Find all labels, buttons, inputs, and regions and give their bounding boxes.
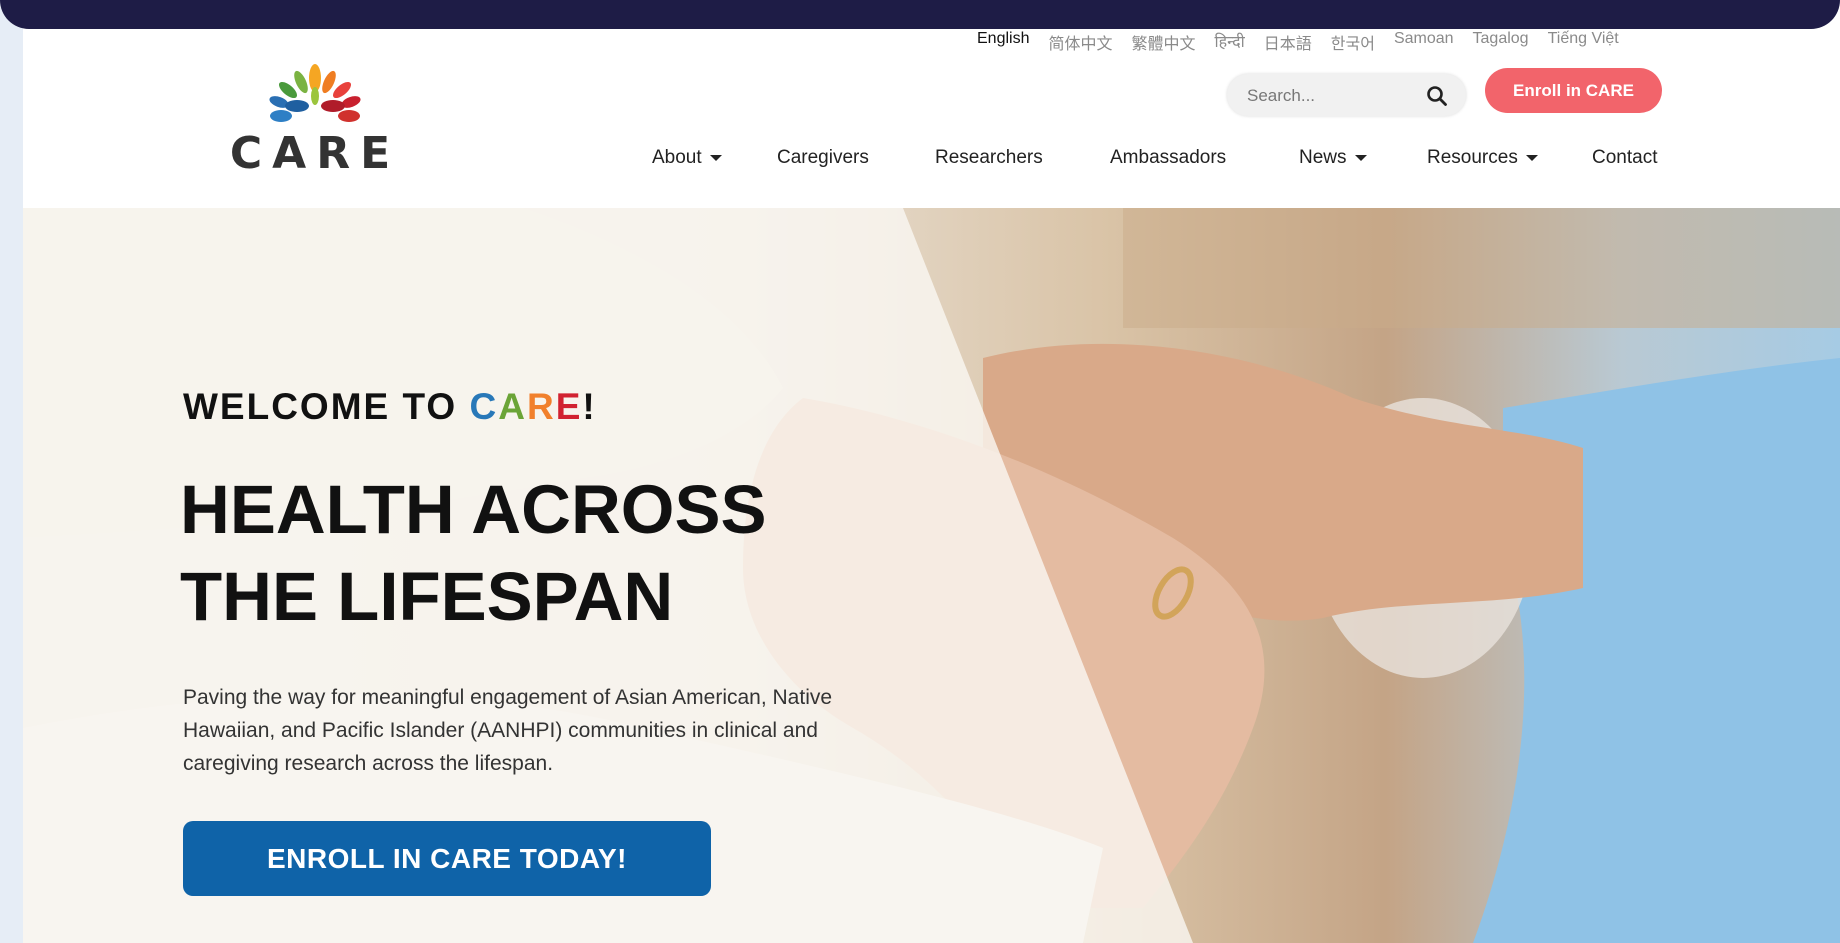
- welcome-suffix: !: [582, 386, 597, 427]
- enroll-today-button[interactable]: ENROLL IN CARE TODAY!: [183, 821, 711, 896]
- hero-description: Paving the way for meaningful engagement…: [183, 686, 833, 775]
- nav-about-label: About: [652, 147, 702, 168]
- nav-researchers[interactable]: Researchers: [935, 147, 1043, 169]
- nav-news[interactable]: News: [1299, 147, 1367, 169]
- care-letter-c: C: [469, 386, 499, 427]
- nav-ambassadors[interactable]: Ambassadors: [1110, 147, 1226, 169]
- welcome-heading: WELCOME TO CARE!: [183, 386, 597, 428]
- lang-japanese[interactable]: 日本語: [1264, 30, 1312, 54]
- main-nav: About Caregivers Researchers Ambassadors…: [23, 147, 1840, 169]
- headline-line-1: HEALTH ACROSS: [180, 471, 767, 548]
- top-banner: [0, 0, 1840, 29]
- nav-contact[interactable]: Contact: [1592, 147, 1657, 169]
- lang-samoan[interactable]: Samoan: [1394, 30, 1454, 54]
- lang-simplified-chinese[interactable]: 简体中文: [1048, 30, 1112, 54]
- welcome-prefix: WELCOME TO: [183, 386, 470, 427]
- lang-english[interactable]: English: [977, 30, 1029, 54]
- language-switcher: English 简体中文 繁體中文 हिन्दी 日本語 한국어 Samoan …: [977, 30, 1619, 54]
- search-box: [1227, 74, 1466, 118]
- nav-about[interactable]: About: [652, 147, 722, 169]
- search-icon[interactable]: [1426, 85, 1448, 107]
- page: English 简体中文 繁體中文 हिन्दी 日本語 한국어 Samoan …: [23, 0, 1840, 943]
- caret-down-icon: [1525, 154, 1538, 161]
- flower-logo-icon: [269, 64, 361, 122]
- hero-headline: HEALTH ACROSS THE LIFESPAN: [180, 466, 767, 640]
- lang-traditional-chinese[interactable]: 繁體中文: [1132, 30, 1196, 54]
- caret-down-icon: [709, 154, 722, 161]
- headline-line-2: THE LIFESPAN: [180, 558, 674, 635]
- nav-news-label: News: [1299, 147, 1347, 168]
- lang-vietnamese[interactable]: Tiếng Việt: [1548, 30, 1619, 54]
- caret-down-icon: [1354, 154, 1367, 161]
- lang-korean[interactable]: 한국어: [1331, 30, 1375, 54]
- care-letter-r: R: [526, 386, 556, 427]
- nav-resources-label: Resources: [1427, 147, 1518, 168]
- search-input[interactable]: [1245, 74, 1419, 118]
- enroll-in-care-button[interactable]: Enroll in CARE: [1485, 68, 1662, 113]
- hero-section: WELCOME TO CARE! HEALTH ACROSS THE LIFES…: [23, 208, 1840, 943]
- care-letter-a: A: [498, 386, 527, 427]
- lang-tagalog[interactable]: Tagalog: [1473, 30, 1529, 54]
- nav-caregivers[interactable]: Caregivers: [777, 147, 869, 169]
- care-letter-e: E: [555, 386, 583, 427]
- nav-resources[interactable]: Resources: [1427, 147, 1538, 169]
- lang-hindi[interactable]: हिन्दी: [1215, 30, 1245, 54]
